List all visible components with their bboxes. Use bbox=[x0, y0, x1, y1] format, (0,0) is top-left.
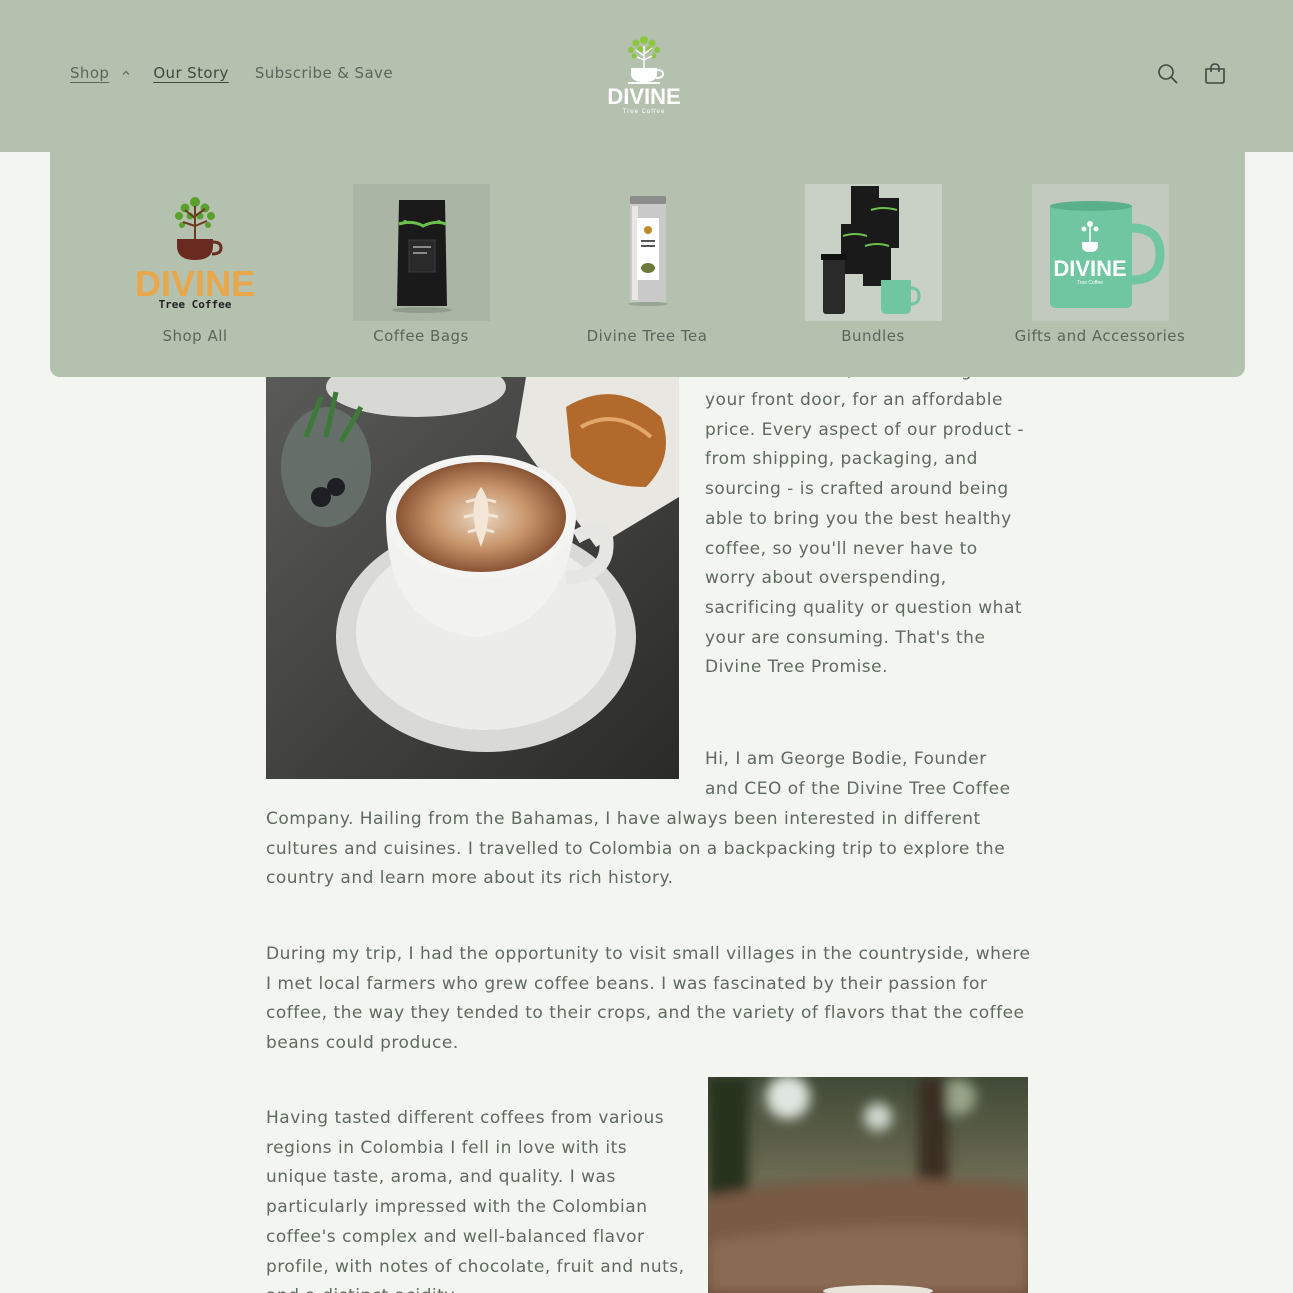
story-paragraph-2-b: Company. Hailing from the Bahamas, I hav… bbox=[266, 809, 1006, 889]
megamenu-item-coffee-bags[interactable]: Coffee Bags bbox=[321, 184, 521, 345]
site-header: Shop Our Story Subscribe & Save DIVINE T… bbox=[0, 0, 1293, 152]
megamenu-item-shop-all[interactable]: DIVINE Tree Coffee Shop All bbox=[95, 184, 295, 345]
shop-megamenu: DIVINE Tree Coffee Shop All Coffee Bags bbox=[50, 152, 1245, 377]
svg-text:DIVINE: DIVINE bbox=[1053, 256, 1126, 281]
search-icon[interactable] bbox=[1156, 62, 1180, 86]
story-paragraph-3: During my trip, I had the opportunity to… bbox=[266, 944, 1031, 1054]
nav-subscribe-link[interactable]: Subscribe & Save bbox=[255, 64, 393, 82]
divine-logo-icon: DIVINE Tree Coffee bbox=[134, 197, 255, 311]
story-paragraph-1: your front door, for an affordable price… bbox=[705, 390, 1025, 678]
coffee-bag-icon bbox=[352, 184, 490, 321]
megamenu-item-bundles[interactable]: Bundles bbox=[773, 184, 973, 345]
story-paragraph-4: Having tasted different coffees from var… bbox=[266, 1108, 685, 1293]
nav-shop-link[interactable]: Shop bbox=[70, 64, 109, 82]
nav-our-story-link[interactable]: Our Story bbox=[153, 64, 228, 82]
megamenu-label: Divine Tree Tea bbox=[586, 327, 708, 345]
tea-tin-icon bbox=[578, 184, 716, 321]
main-nav: Shop Our Story Subscribe & Save bbox=[70, 64, 393, 82]
latte-photo bbox=[266, 377, 679, 779]
cart-icon[interactable] bbox=[1203, 62, 1227, 86]
bundle-icon bbox=[804, 184, 942, 321]
divine-tree-logo[interactable]: DIVINE Tree Coffee bbox=[598, 30, 690, 118]
story-paragraph-2-a: Hi, I am George Bodie, Founder and CEO o… bbox=[705, 749, 1011, 799]
forest-coffee-photo bbox=[708, 1077, 1028, 1293]
svg-text:Tree Coffee: Tree Coffee bbox=[1076, 280, 1102, 286]
megamenu-label: Bundles bbox=[841, 327, 905, 345]
megamenu-label: Gifts and Accessories bbox=[1014, 327, 1186, 345]
chevron-up-icon[interactable] bbox=[121, 68, 131, 78]
logo-tagline-text: Tree Coffee bbox=[623, 109, 665, 115]
megamenu-item-divine-tree-tea[interactable]: Divine Tree Tea bbox=[547, 184, 747, 345]
megamenu-label: Coffee Bags bbox=[373, 327, 469, 345]
mug-icon: DIVINE Tree Coffee bbox=[1031, 184, 1169, 321]
megamenu-item-gifts-accessories[interactable]: DIVINE Tree Coffee Gifts and Accessories bbox=[1000, 184, 1200, 345]
megamenu-label: Shop All bbox=[162, 327, 228, 345]
logo-brand-text: DIVINE bbox=[607, 84, 680, 109]
svg-text:Tree Coffee: Tree Coffee bbox=[158, 298, 231, 311]
